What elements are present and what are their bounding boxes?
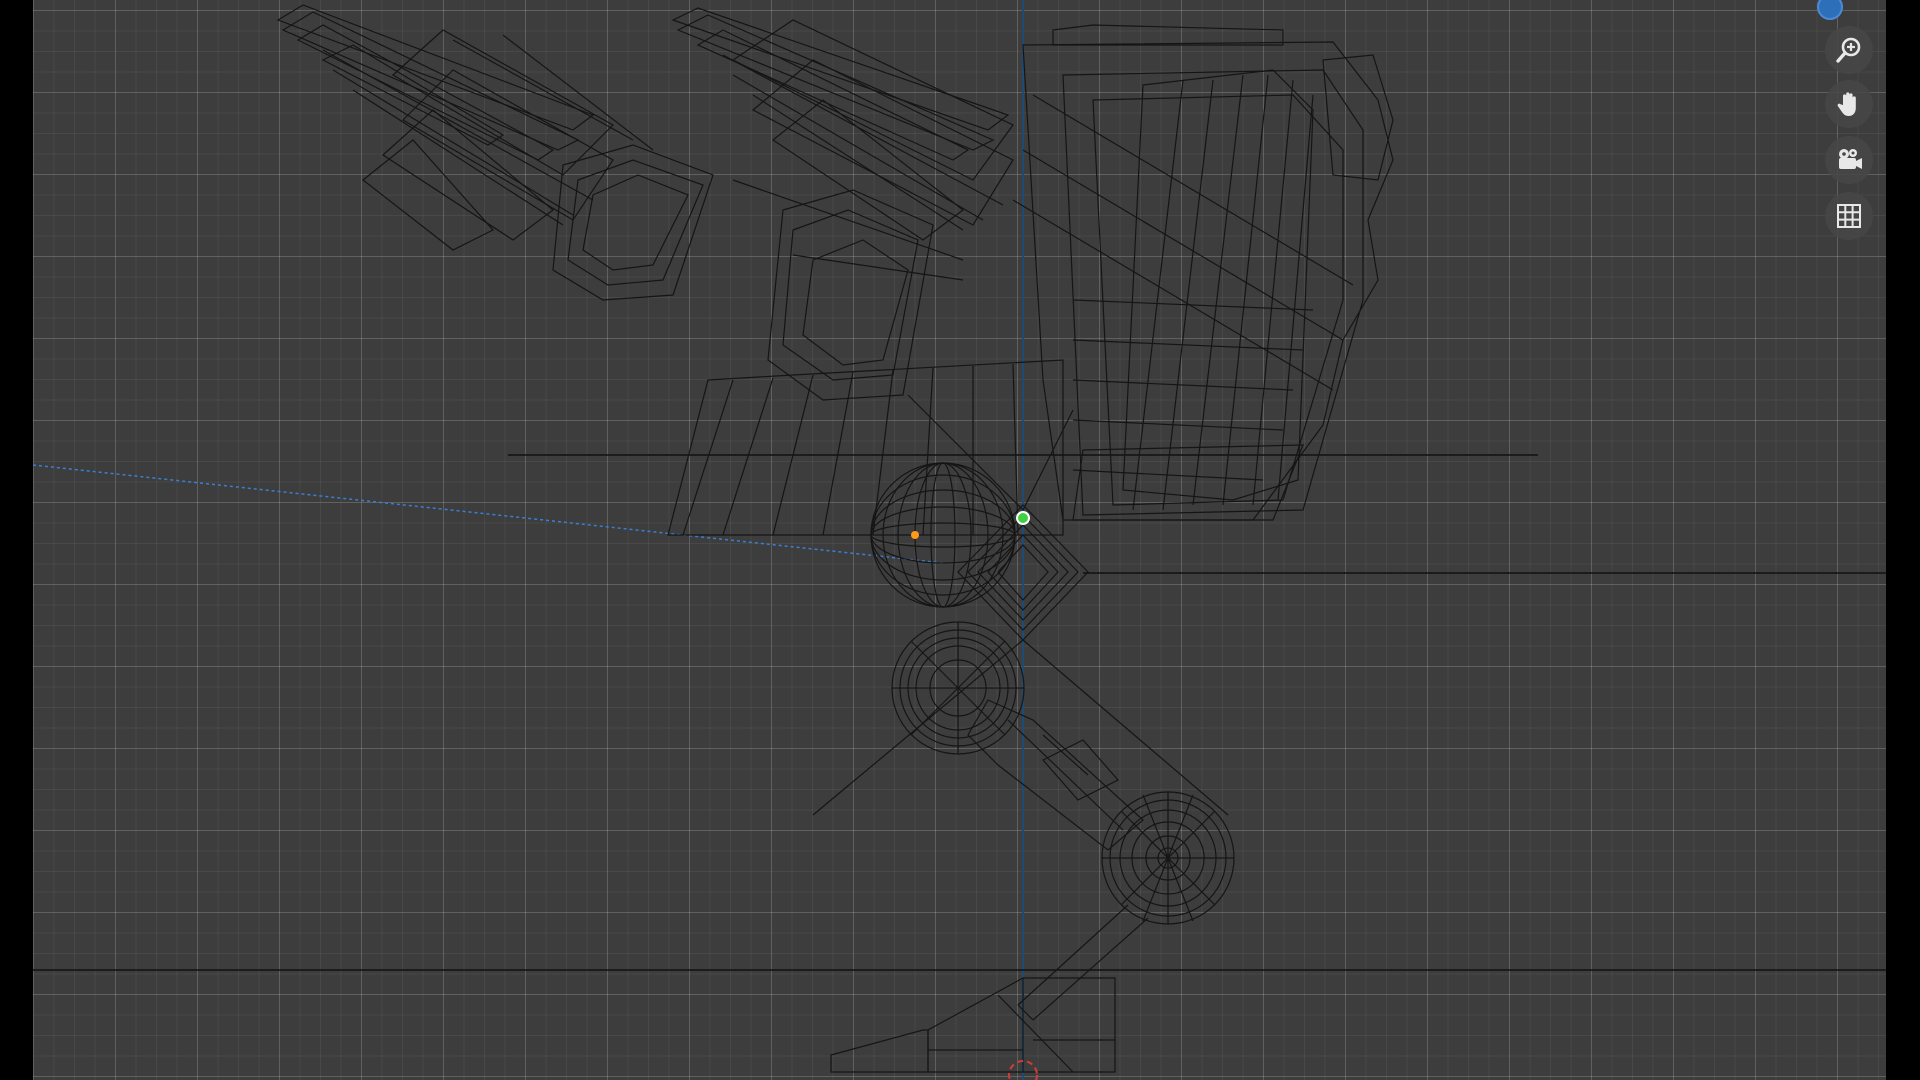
hand-icon: [1837, 92, 1856, 116]
navigation-gizmo: [1825, 0, 1873, 240]
ankle-joint[interactable]: [1101, 791, 1235, 925]
light-direction-line: [33, 464, 944, 564]
3d-viewport[interactable]: [33, 0, 1886, 1080]
light-source-marker[interactable]: [1016, 511, 1030, 525]
hip-diamond-mesh: [812, 394, 1229, 816]
camera-view-button[interactable]: [1825, 136, 1873, 184]
zoom-button[interactable]: [1825, 26, 1873, 74]
wireframe-scene[interactable]: [33, 0, 1886, 1080]
foot-wireframe[interactable]: [830, 977, 1116, 1073]
pan-button[interactable]: [1825, 80, 1873, 128]
grid-icon: [1837, 204, 1861, 228]
knee-joint[interactable]: [891, 621, 1025, 755]
camera-icon: [1839, 149, 1862, 169]
magnifier-plus-icon: [1836, 37, 1861, 63]
orthographic-toggle-button[interactable]: [1825, 192, 1873, 240]
lower-leg-wireframe[interactable]: [1017, 904, 1149, 1021]
object-origin-marker[interactable]: [911, 531, 919, 539]
